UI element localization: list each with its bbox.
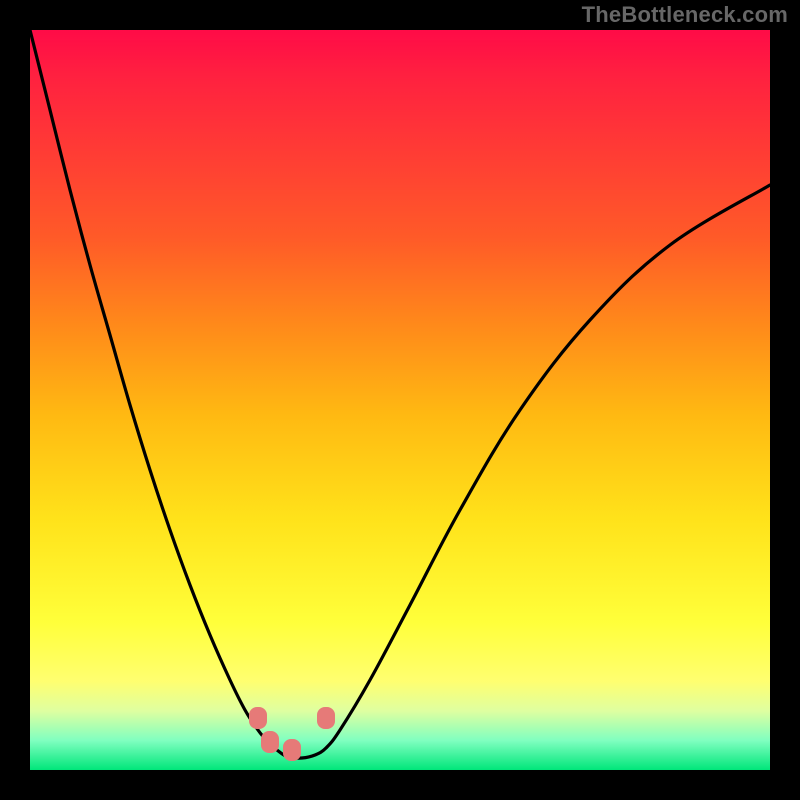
valley-marker	[283, 739, 301, 761]
bottleneck-curve	[30, 30, 770, 770]
valley-marker	[261, 731, 279, 753]
watermark-text: TheBottleneck.com	[582, 2, 788, 28]
plot-area	[30, 30, 770, 770]
valley-marker	[249, 707, 267, 729]
valley-marker	[317, 707, 335, 729]
chart-frame: TheBottleneck.com	[0, 0, 800, 800]
